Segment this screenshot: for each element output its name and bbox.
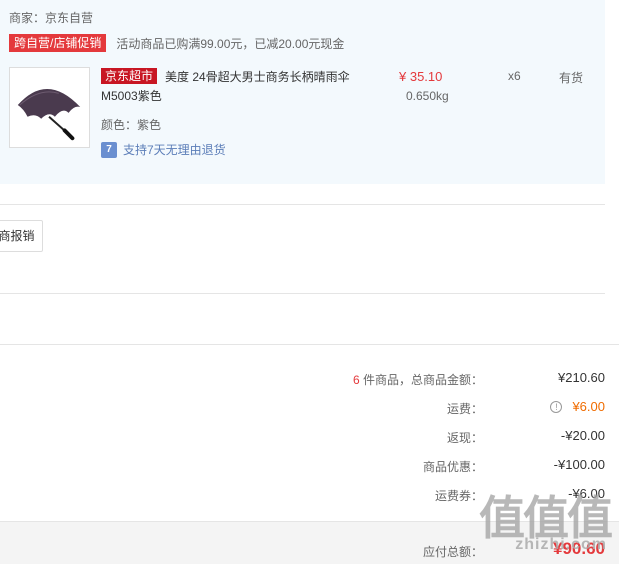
shipping-coupon-label: 运费券： [434,489,483,503]
promo-text: 活动商品已购满99.00元，已减20.00元现金 [116,36,345,51]
discount-label: 商品优惠： [422,460,483,474]
total-amount: ¥210.60 [558,370,605,385]
shipping-amount: ¥6.00 [572,399,605,414]
invoice-button[interactable]: 商报销 [0,220,43,252]
product-quantity: x6 [508,69,521,83]
shipping-amount-row: ! ¥6.00 [550,399,605,414]
return-support-text: 支持7天无理由退货 [123,143,226,157]
shipping-label: 运费： [446,402,483,416]
umbrella-image [10,68,89,147]
info-icon[interactable]: ! [550,401,563,413]
total-items-label: 6 件商品，总商品金额： [352,373,483,387]
pay-total-amount: ¥90.60 [553,539,605,558]
shipping-coupon-amount: -¥6.00 [568,486,605,501]
payment-bar: 应付总额： ¥90.60 [0,521,619,564]
divider [0,293,605,294]
return-support: 7 支持7天无理由退货 [101,141,226,158]
promo-row: 跨自营/店铺促销 活动商品已购满99.00元，已减20.00元现金 [9,33,344,53]
merchant-label: 商家：京东自营 [9,11,94,25]
cashback-label: 返现： [446,431,483,445]
divider [0,344,619,345]
product-price: ¥ 35.10 [399,69,443,84]
item-count: 6 [352,373,360,387]
cashback-amount: -¥20.00 [560,428,605,443]
product-weight: 0.650kg [406,89,449,103]
discount-amount: -¥100.00 [553,457,605,472]
product-thumbnail[interactable] [9,67,90,148]
stock-status: 有货 [559,71,584,85]
product-color: 颜色：紫色 [101,118,162,132]
order-item-panel: 商家：京东自营 跨自营/店铺促销 活动商品已购满99.00元，已减20.00元现… [0,0,605,184]
divider [0,204,605,205]
promo-tag: 跨自营/店铺促销 [9,34,107,52]
7-day-return-icon: 7 [101,141,117,158]
pay-total-label: 应付总额： [422,545,483,559]
jd-supermarket-tag: 京东超市 [101,68,158,84]
